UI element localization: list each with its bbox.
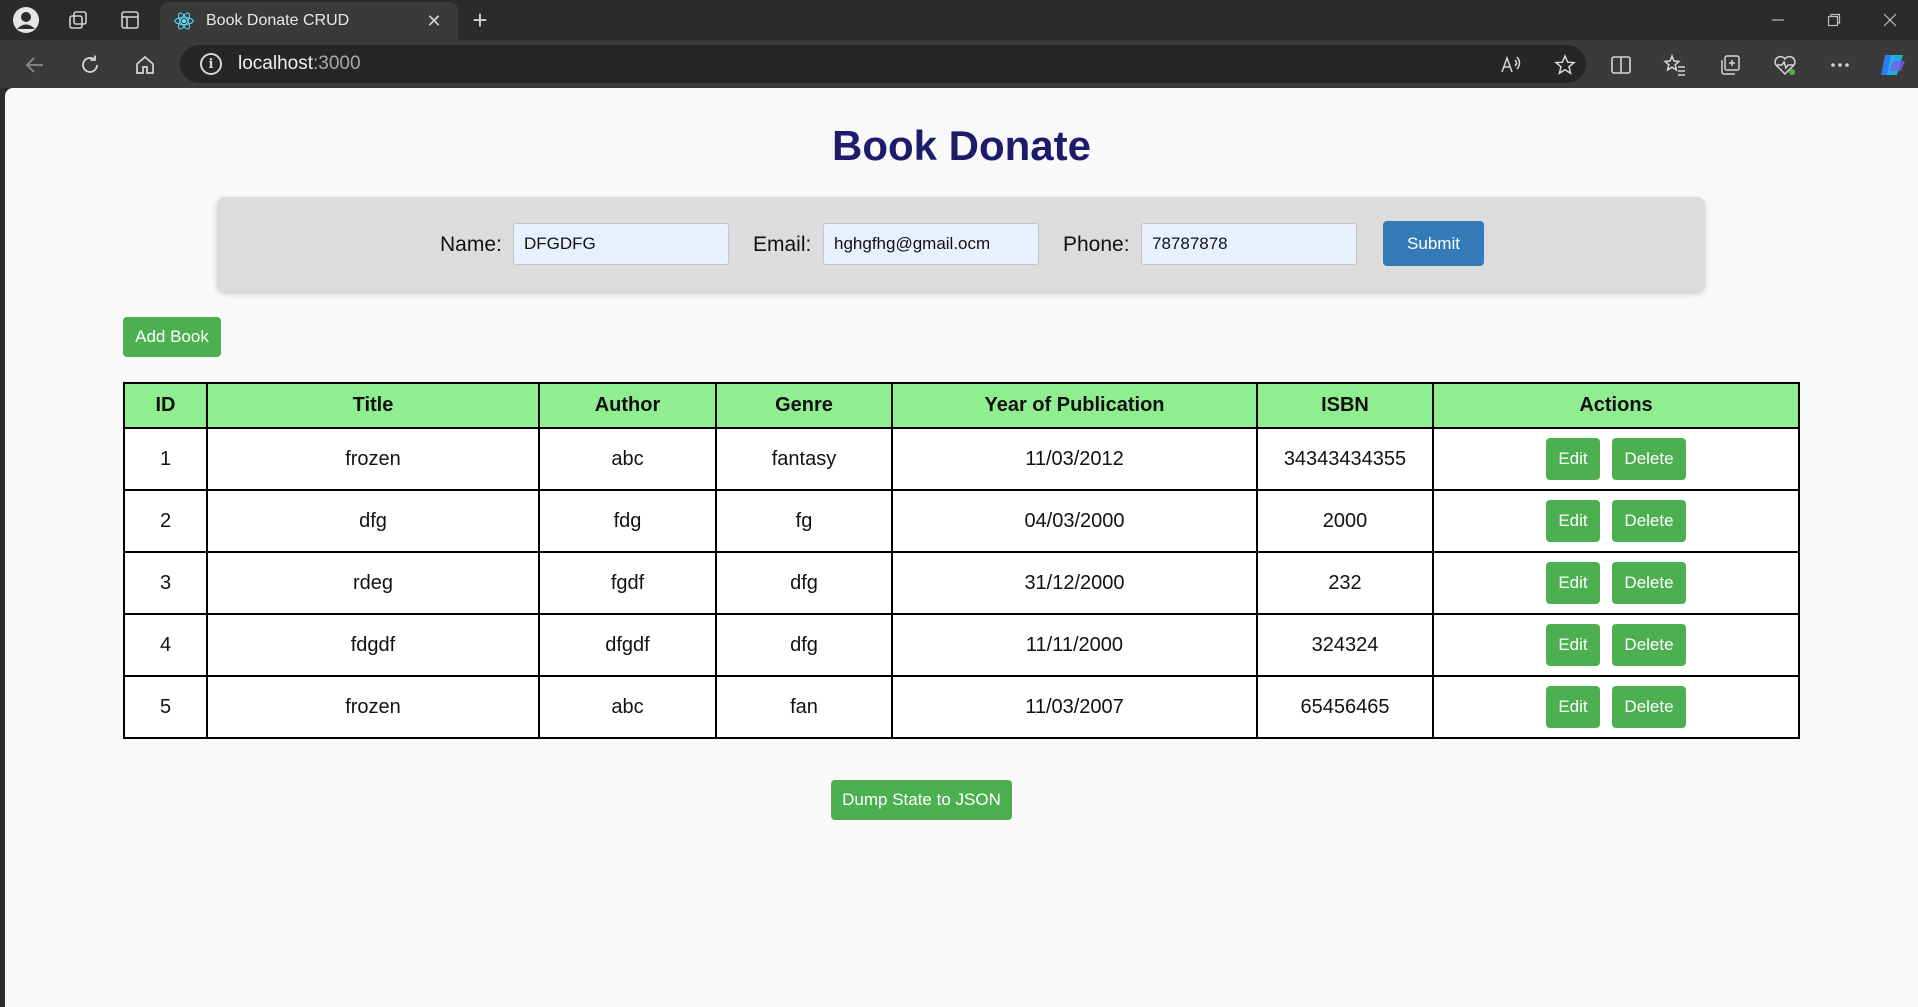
new-tab-icon[interactable]: + (466, 5, 494, 35)
cell-year: 11/03/2007 (891, 675, 1258, 739)
email-input[interactable] (823, 223, 1039, 265)
cell-title: fdgdf (206, 613, 540, 677)
submit-button[interactable]: Submit (1383, 221, 1484, 266)
cell-author: dfgdf (538, 613, 717, 677)
table-row: 1 frozen abc fantasy 11/03/2012 34343434… (123, 427, 1800, 491)
cell-id: 4 (123, 613, 208, 677)
delete-button[interactable]: Delete (1612, 438, 1686, 480)
delete-button[interactable]: Delete (1612, 686, 1686, 728)
header-actions: Actions (1432, 382, 1800, 429)
cell-author: fgdf (538, 551, 717, 615)
copilot-icon[interactable] (1878, 50, 1908, 80)
phone-label: Phone: (1063, 233, 1130, 256)
table-row: 4 fdgdf dfgdf dfg 11/11/2000 324324 Edit… (123, 613, 1800, 677)
cell-title: dfg (206, 489, 540, 553)
favorites-icon[interactable] (1660, 50, 1690, 80)
close-icon[interactable]: ✕ (424, 11, 444, 31)
header-isbn: ISBN (1256, 382, 1434, 429)
minimize-icon[interactable] (1758, 6, 1798, 34)
cell-genre: dfg (715, 551, 893, 615)
cell-id: 2 (123, 489, 208, 553)
header-genre: Genre (715, 382, 893, 429)
cell-isbn: 324324 (1256, 613, 1434, 677)
address-host: localhost (238, 53, 313, 74)
restore-icon[interactable] (1814, 6, 1854, 34)
cell-genre: fantasy (715, 427, 893, 491)
cell-title: rdeg (206, 551, 540, 615)
table-row: 3 rdeg fgdf dfg 31/12/2000 232 Edit Dele… (123, 551, 1800, 615)
collections-icon[interactable] (1715, 50, 1745, 80)
split-screen-icon[interactable] (1606, 50, 1636, 80)
home-icon[interactable] (130, 50, 160, 80)
site-info-icon[interactable]: i (200, 53, 222, 75)
cell-title: frozen (206, 675, 540, 739)
cell-isbn: 65456465 (1256, 675, 1434, 739)
header-id: ID (123, 382, 208, 429)
tab-actions-icon[interactable] (116, 6, 144, 34)
cell-genre: fg (715, 489, 893, 553)
cell-actions: Edit Delete (1432, 613, 1800, 677)
tab-bar: Book Donate CRUD ✕ + (0, 0, 1918, 40)
name-input[interactable] (513, 223, 729, 265)
cell-author: abc (538, 675, 717, 739)
refresh-icon[interactable] (75, 50, 105, 80)
edit-button[interactable]: Edit (1546, 500, 1600, 542)
tab-title: Book Donate CRUD (206, 12, 350, 29)
cell-isbn: 232 (1256, 551, 1434, 615)
cell-genre: fan (715, 675, 893, 739)
cell-actions: Edit Delete (1432, 551, 1800, 615)
address-port: :3000 (313, 53, 361, 74)
workspaces-icon[interactable] (64, 6, 92, 34)
table-row: 5 frozen abc fan 11/03/2007 65456465 Edi… (123, 675, 1800, 739)
browser-essentials-icon[interactable] (1770, 50, 1800, 80)
cell-year: 31/12/2000 (891, 551, 1258, 615)
table-header-row: ID Title Author Genre Year of Publicatio… (123, 382, 1800, 429)
table-row: 2 dfg fdg fg 04/03/2000 2000 Edit Delete (123, 489, 1800, 553)
active-tab[interactable]: Book Donate CRUD ✕ (160, 2, 458, 40)
phone-input[interactable] (1141, 223, 1357, 265)
more-icon[interactable] (1825, 50, 1855, 80)
cell-year: 11/03/2012 (891, 427, 1258, 491)
cell-year: 11/11/2000 (891, 613, 1258, 677)
name-label: Name: (440, 233, 502, 256)
header-author: Author (538, 382, 717, 429)
edit-button[interactable]: Edit (1546, 686, 1600, 728)
back-icon[interactable] (20, 50, 50, 80)
cell-isbn: 34343434355 (1256, 427, 1434, 491)
cell-actions: Edit Delete (1432, 675, 1800, 739)
address-bar[interactable]: i localhost:3000 (180, 45, 1586, 83)
dump-state-button[interactable]: Dump State to JSON (831, 780, 1012, 820)
cell-id: 5 (123, 675, 208, 739)
cell-year: 04/03/2000 (891, 489, 1258, 553)
page-title: Book Donate (831, 122, 1091, 169)
cell-isbn: 2000 (1256, 489, 1434, 553)
profile-icon[interactable] (12, 6, 40, 34)
cell-actions: Edit Delete (1432, 427, 1800, 491)
edit-button[interactable]: Edit (1546, 562, 1600, 604)
cell-author: abc (538, 427, 717, 491)
window-close-icon[interactable] (1870, 6, 1910, 34)
delete-button[interactable]: Delete (1612, 500, 1686, 542)
header-year: Year of Publication (891, 382, 1258, 429)
page-viewport: Book Donate Name: Email: Phone: Submit A… (5, 88, 1918, 1007)
header-title: Title (206, 382, 540, 429)
favorite-icon[interactable] (1550, 50, 1580, 80)
donor-form: Name: Email: Phone: Submit (217, 197, 1705, 292)
cell-genre: dfg (715, 613, 893, 677)
edit-button[interactable]: Edit (1546, 624, 1600, 666)
cell-id: 1 (123, 427, 208, 491)
cell-actions: Edit Delete (1432, 489, 1800, 553)
cell-title: frozen (206, 427, 540, 491)
cell-author: fdg (538, 489, 717, 553)
read-aloud-icon[interactable] (1496, 50, 1526, 80)
edit-button[interactable]: Edit (1546, 438, 1600, 480)
navigation-bar: i localhost:3000 (0, 40, 1918, 88)
cell-id: 3 (123, 551, 208, 615)
delete-button[interactable]: Delete (1612, 624, 1686, 666)
email-label: Email: (753, 233, 812, 256)
books-table: ID Title Author Genre Year of Publicatio… (123, 382, 1800, 739)
react-favicon-icon (174, 11, 194, 31)
delete-button[interactable]: Delete (1612, 562, 1686, 604)
add-book-button[interactable]: Add Book (123, 317, 221, 357)
